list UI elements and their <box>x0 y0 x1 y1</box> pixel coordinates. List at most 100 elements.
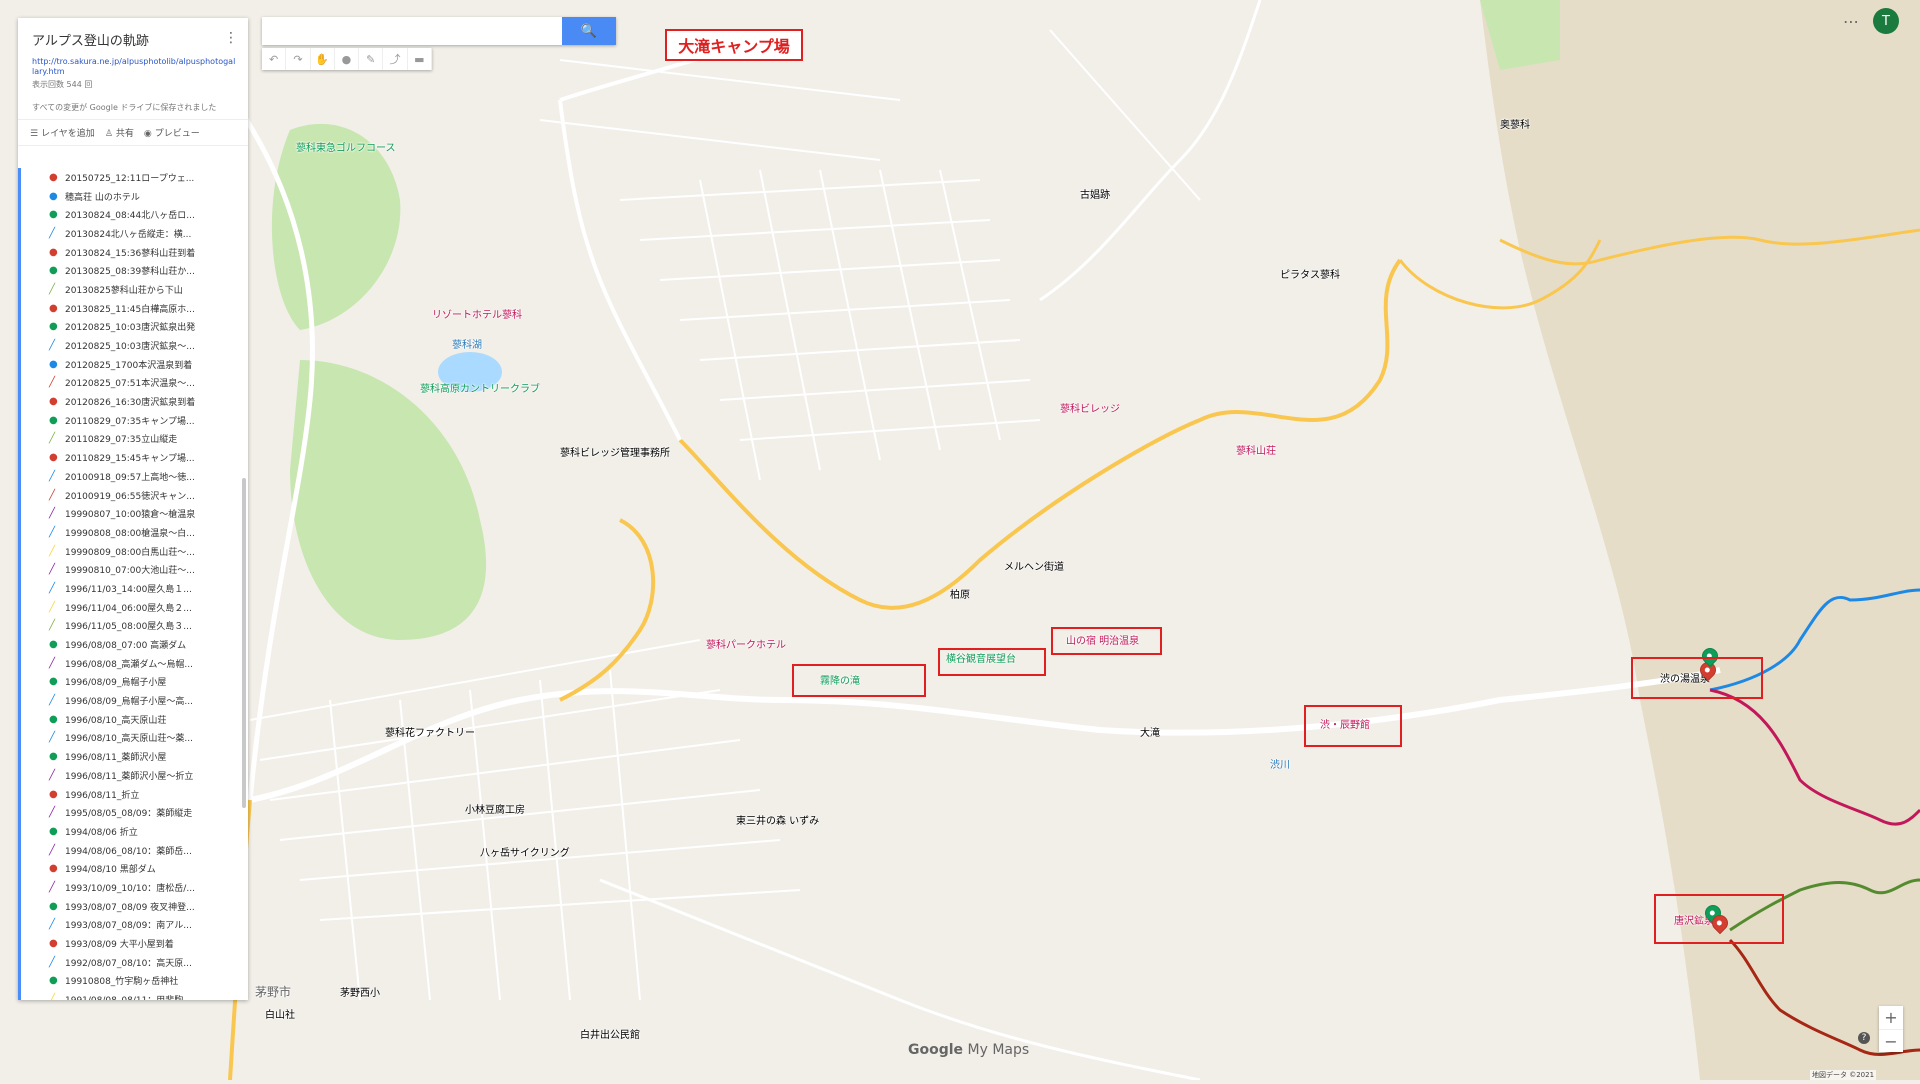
layer-item[interactable]: ● 20150725_12:11ロープウェ... <box>21 168 248 187</box>
eye-icon: ◉ <box>143 129 152 139</box>
ruler-icon[interactable]: ▬ <box>408 48 432 70</box>
preview-button[interactable]: ◉ プレビュー <box>144 126 200 139</box>
highlight-box <box>1051 627 1162 655</box>
layer-item[interactable]: ● 20120825_10:03唐沢鉱泉出発 <box>21 318 248 337</box>
line-icon: ╱ <box>49 340 56 352</box>
layer-item[interactable]: ╱ 1996/08/08_高瀬ダム〜烏帽... <box>21 654 248 673</box>
more-options-icon[interactable]: ⋮ <box>224 30 238 46</box>
line-icon: ╱ <box>49 564 56 576</box>
line-icon: ╱ <box>49 769 56 781</box>
layer-item[interactable]: ● 1996/08/09_烏帽子小屋 <box>21 673 248 692</box>
layer-item-label: 1995/08/05_08/09：薬師縦走 <box>65 809 193 820</box>
layer-item[interactable]: ╱ 20120825_10:03唐沢鉱泉〜... <box>21 336 248 355</box>
layer-item-label: 20130824_15:36蓼科山荘到着 <box>65 248 196 259</box>
directions-icon[interactable]: ⤴ <box>383 48 408 70</box>
layer-item[interactable]: ● 1996/08/11_折立 <box>21 785 248 804</box>
layer-item[interactable]: ● 19910808_竹宇駒ヶ岳神社 <box>21 972 248 991</box>
layer-item[interactable]: ● 20130825_08:39蓼科山荘か... <box>21 261 248 280</box>
marker-icon[interactable]: ● <box>335 48 360 70</box>
layer-item[interactable]: ● 1994/08/10 黒部ダム <box>21 859 248 878</box>
mymaps-panel: アルプス登山の軌跡 ⋮ http://tro.sakura.ne.jp/alpu… <box>18 18 248 1000</box>
add-layer-button[interactable]: ☰ レイヤを追加 <box>30 126 95 139</box>
highlight-box <box>1654 894 1784 944</box>
layer-item-label: 20100919_06:55徳沢キャン... <box>65 491 195 502</box>
map-label-village[interactable]: 蓼科ビレッジ <box>1060 404 1120 416</box>
redo-icon[interactable]: ↷ <box>286 48 311 70</box>
line-icon: ╱ <box>49 377 56 389</box>
layer-item[interactable]: ╱ 1996/11/03_14:00屋久島１... <box>21 579 248 598</box>
layer-item[interactable]: ╱ 1996/08/10_高天原山荘〜薬... <box>21 729 248 748</box>
map-url-link[interactable]: http://tro.sakura.ne.jp/alpusphotolib/al… <box>32 57 236 77</box>
layer-item[interactable]: ╱ 20100919_06:55徳沢キャン... <box>21 486 248 505</box>
avatar[interactable]: T <box>1873 8 1899 34</box>
undo-icon[interactable]: ↶ <box>262 48 287 70</box>
map-attribution[interactable]: 地図データ ©2021 <box>1810 1070 1877 1080</box>
layer-item[interactable]: ● 1996/08/08_07:00 高瀬ダム <box>21 635 248 654</box>
pin-icon: ● <box>49 900 58 912</box>
layer-item[interactable]: ● 1996/08/10_高天原山荘 <box>21 710 248 729</box>
layer-item[interactable]: ╱ 1996/08/09_烏帽子小屋〜高... <box>21 691 248 710</box>
layer-item[interactable]: ╱ 1996/08/11_薬師沢小屋〜折立 <box>21 766 248 785</box>
layer-item[interactable]: ╱ 20130825蓼科山荘から下山 <box>21 280 248 299</box>
draw-line-icon[interactable]: ✎ <box>359 48 384 70</box>
layer-item[interactable]: ╱ 1992/08/07_08/10：高天原... <box>21 953 248 972</box>
line-icon: ╱ <box>49 881 56 893</box>
map-label-meruhen: メルヘン街道 <box>1004 562 1064 573</box>
layer-item[interactable]: ● 20110829_07:35キャンプ場... <box>21 411 248 430</box>
layer-item[interactable]: ╱ 19990809_08:00白馬山荘〜... <box>21 542 248 561</box>
line-icon: ╱ <box>49 470 56 482</box>
layer-item[interactable]: ● 20120826_16:30唐沢鉱泉到着 <box>21 392 248 411</box>
map-label-park-hotel[interactable]: 蓼科パークホテル <box>706 640 786 652</box>
layer-item-label: 19910808_竹宇駒ヶ岳神社 <box>65 977 179 988</box>
layer-item[interactable]: ● 1996/08/11_薬師沢小屋 <box>21 747 248 766</box>
layer-item[interactable]: ╱ 20120825_07:51本沢温泉〜... <box>21 374 248 393</box>
layer-list: ● 20150725_12:11ロープウェ... ● 穂高荘 山のホテル ● 201308… <box>18 168 248 1000</box>
share-button[interactable]: ♙ 共有 <box>105 126 134 139</box>
map-title[interactable]: アルプス登山の軌跡 <box>32 30 236 49</box>
search-bar[interactable]: 🔍 <box>262 17 616 45</box>
layer-item[interactable]: ● 20130824_15:36蓼科山荘到着 <box>21 243 248 262</box>
panel-header: アルプス登山の軌跡 ⋮ http://tro.sakura.ne.jp/alpu… <box>18 18 248 119</box>
layer-item[interactable]: ╱ 19990808_08:00槍温泉〜白... <box>21 523 248 542</box>
search-button[interactable]: 🔍 <box>562 17 616 45</box>
layers-icon: ☰ <box>30 129 39 139</box>
layer-item[interactable]: ╱ 1993/10/09_10/10：唐松岳/... <box>21 878 248 897</box>
zoom-out-button[interactable]: − <box>1879 1030 1903 1053</box>
line-icon: ╱ <box>49 844 56 856</box>
layer-item[interactable]: ╱ 1996/11/04_06:00屋久島２... <box>21 598 248 617</box>
layer-item[interactable]: ● 20130825_11:45白樺高原ホ... <box>21 299 248 318</box>
pin-icon: ● <box>49 751 58 763</box>
map-label-resort[interactable]: リゾートホテル蓼科 <box>432 310 522 322</box>
layer-item[interactable]: ╱ 1994/08/06_08/10：薬師岳... <box>21 841 248 860</box>
layer-item[interactable]: ╱ 19990807_10:00猿倉〜槍温泉 <box>21 504 248 523</box>
layer-item[interactable]: ╱ 1995/08/05_08/09：薬師縦走 <box>21 803 248 822</box>
layer-item[interactable]: ╱ 1996/11/05_08:00屋久島３... <box>21 617 248 636</box>
layer-item[interactable]: ╱ 1993/08/07_08/09：南アル... <box>21 916 248 935</box>
map-label-kashiwabara: 柏原 <box>950 590 970 601</box>
layer-item[interactable]: ╱ 19990810_07:00大池山荘〜... <box>21 560 248 579</box>
layer-item[interactable]: ● 1993/08/07_08/09 夜叉神登... <box>21 897 248 916</box>
layer-item[interactable]: ╱ 1991/08/08_08/11：甲斐駒... <box>21 990 248 1000</box>
panel-scrollbar[interactable] <box>242 478 246 808</box>
map-canvas[interactable]: 茅野市 蓼科ビレッジ管理事務所 白井出公民館 山の宿 明治温泉 渋・辰野館 渋の… <box>0 0 1920 1082</box>
layer-item-label: 1991/08/08_08/11：甲斐駒... <box>65 993 192 1000</box>
layer-item[interactable]: ● 1994/08/06 折立 <box>21 822 248 841</box>
layer-item[interactable]: ● 20110829_15:45キャンプ場... <box>21 448 248 467</box>
layer-item[interactable]: ╱ 20130824北八ヶ岳縦走：横... <box>21 224 248 243</box>
pin-icon: ● <box>49 452 58 464</box>
layer-item[interactable]: ● 20130824_08:44北八ヶ岳ロ... <box>21 205 248 224</box>
layer-item[interactable]: ● 穂高荘 山のホテル <box>21 187 248 206</box>
layer-item[interactable]: ● 20120825_1700本沢温泉到着 <box>21 355 248 374</box>
help-icon[interactable]: ? <box>1858 1032 1870 1044</box>
map-label-sangan[interactable]: 蓼科山荘 <box>1236 446 1276 458</box>
layer-item[interactable]: ● 1993/08/09 大平小屋到着 <box>21 934 248 953</box>
layer-item-label: 20110829_15:45キャンプ場... <box>65 454 195 465</box>
layer-item[interactable]: ╱ 20100918_09:57上高地〜徳... <box>21 467 248 486</box>
panel-actions: ☰ レイヤを追加 ♙ 共有 ◉ プレビュー <box>18 119 248 146</box>
hand-icon[interactable]: ✋ <box>311 48 335 70</box>
zoom-in-button[interactable]: + <box>1879 1006 1903 1030</box>
layer-item[interactable]: ╱ 20110829_07:35立山縦走 <box>21 430 248 449</box>
zoom-control: + − <box>1879 1006 1903 1052</box>
apps-grid-icon[interactable]: ⋯ <box>1843 12 1859 31</box>
search-input[interactable] <box>262 17 562 45</box>
